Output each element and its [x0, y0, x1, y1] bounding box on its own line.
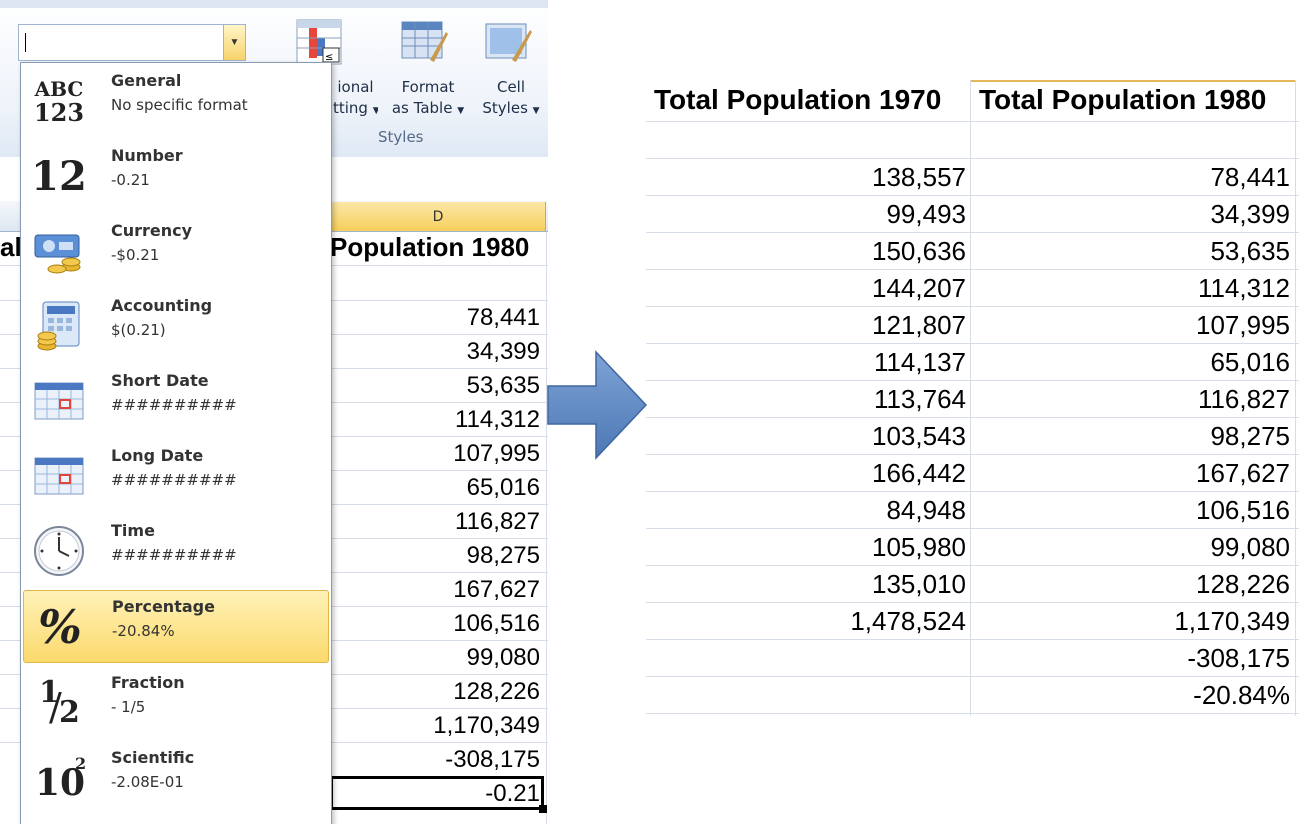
table-cell[interactable]: -308,175 — [1187, 643, 1290, 674]
table-cell[interactable]: 84,948 — [886, 495, 966, 526]
sheet-cell[interactable]: 98,275 — [467, 542, 540, 570]
table-cell[interactable]: 65,016 — [1210, 347, 1290, 378]
accounting-icon — [31, 298, 87, 354]
table-cell[interactable]: 121,807 — [872, 310, 966, 341]
table-cell[interactable]: 99,080 — [1210, 532, 1290, 563]
table-cell[interactable]: 116,827 — [1198, 384, 1290, 415]
abc-123-icon: ABC 123 — [33, 77, 85, 127]
conditional-formatting-icon[interactable]: ≤ — [295, 18, 343, 66]
sheet-cell[interactable]: 99,080 — [467, 644, 540, 672]
partial-column-header[interactable]: al — [0, 232, 22, 263]
chevron-down-icon: ▼ — [229, 37, 240, 48]
sheet-cell[interactable]: 128,226 — [453, 678, 540, 706]
menu-item-currency[interactable]: Currency -$0.21 — [21, 213, 331, 288]
short-date-calendar-icon — [31, 373, 87, 429]
table-cell[interactable]: 98,275 — [1210, 421, 1290, 452]
table-cell[interactable]: 103,543 — [872, 421, 966, 452]
table-cell[interactable]: 166,442 — [872, 458, 966, 489]
menu-item-number[interactable]: 12 Number -0.21 — [21, 138, 331, 213]
currency-icon — [31, 223, 87, 279]
table-cell[interactable]: 1,478,524 — [850, 606, 966, 637]
total-population-1970-header[interactable]: Total Population 1970 — [654, 80, 941, 120]
table-cell[interactable]: 53,635 — [1210, 236, 1290, 267]
sheet-cell[interactable]: 1,170,349 — [433, 712, 540, 740]
fraction-icon: 1 / 2 — [39, 675, 80, 730]
table-cell[interactable]: 144,207 — [872, 273, 966, 304]
table-cell[interactable]: 107,995 — [1196, 310, 1290, 341]
number-format-combobox[interactable]: ▼ — [18, 24, 246, 61]
menu-item-accounting[interactable]: Accounting $(0.21) — [21, 288, 331, 363]
table-cell[interactable]: 99,493 — [886, 199, 966, 230]
format-as-table-icon[interactable] — [400, 18, 448, 66]
menu-item-time[interactable]: Time ########## — [21, 513, 331, 588]
table-cell[interactable]: 113,764 — [874, 384, 966, 415]
percentage-cell[interactable]: -20.84% — [1193, 680, 1290, 711]
column-header-d[interactable]: D — [330, 202, 546, 231]
arrow-right-icon — [547, 350, 648, 460]
fill-handle[interactable] — [539, 805, 547, 813]
table-cell[interactable]: 106,516 — [1196, 495, 1290, 526]
clock-icon — [31, 523, 87, 579]
menu-item-percentage[interactable]: % Percentage -20.84% — [23, 590, 329, 663]
menu-item-short-date[interactable]: Short Date ########## — [21, 363, 331, 438]
cell-styles-button[interactable]: Cell Styles ▼ — [476, 77, 546, 122]
population-1980-header[interactable]: Population 1980 — [330, 232, 529, 263]
sheet-cell[interactable]: 65,016 — [467, 474, 540, 502]
chevron-down-icon: ▼ — [532, 106, 540, 116]
menu-item-scientific[interactable]: 10 2 Scientific -2.08E-01 — [21, 740, 331, 815]
menu-item-long-date[interactable]: Long Date ########## — [21, 438, 331, 513]
table-cell[interactable]: 114,137 — [874, 347, 966, 378]
sheet-cell[interactable]: 114,312 — [455, 406, 540, 434]
styles-group-label: Styles — [378, 128, 424, 146]
table-cell[interactable]: 78,441 — [1210, 162, 1290, 193]
table-cell[interactable]: 128,226 — [1196, 569, 1290, 600]
sheet-cell[interactable]: 116,827 — [455, 508, 540, 536]
table-cell[interactable]: 138,557 — [872, 162, 966, 193]
table-cell[interactable]: 150,636 — [872, 236, 966, 267]
table-cell[interactable]: 135,010 — [872, 569, 966, 600]
number-format-dropdown-button[interactable]: ▼ — [223, 25, 245, 60]
table-cell[interactable]: 105,980 — [872, 532, 966, 563]
table-cell[interactable]: 114,312 — [1198, 273, 1290, 304]
sheet-cell[interactable]: -308,175 — [445, 746, 540, 774]
sheet-cell[interactable]: 34,399 — [467, 338, 540, 366]
menu-item-general[interactable]: ABC 123 General No specific format — [21, 63, 331, 138]
table-cell[interactable]: 167,627 — [1196, 458, 1290, 489]
menu-item-fraction[interactable]: 1 / 2 Fraction - 1/5 — [21, 665, 331, 740]
sheet-cell[interactable]: 107,995 — [453, 440, 540, 468]
long-date-calendar-icon — [31, 448, 87, 504]
number-12-icon: 12 — [31, 152, 87, 200]
conditional-formatting-button[interactable]: ional tting ▼ — [333, 77, 378, 122]
sheet-cell[interactable]: 53,635 — [467, 372, 540, 400]
format-as-table-button[interactable]: Format as Table ▼ — [383, 77, 473, 122]
cell-styles-icon[interactable] — [484, 18, 532, 66]
sheet-cell[interactable]: 78,441 — [467, 304, 540, 332]
number-format-menu: ABC 123 General No specific format 12 Nu… — [20, 62, 332, 824]
table-cell[interactable]: 34,399 — [1210, 199, 1290, 230]
scientific-icon: 10 2 — [35, 754, 87, 804]
sheet-cell[interactable]: 167,627 — [453, 576, 540, 604]
excel-window: ▼ ≤ ional tting ▼ Format as Table ▼ Cell… — [0, 0, 548, 824]
table-cell[interactable]: 1,170,349 — [1174, 606, 1290, 637]
total-population-1980-header[interactable]: Total Population 1980 — [979, 80, 1266, 120]
chevron-down-icon: ▼ — [372, 106, 378, 116]
active-cell-border — [330, 776, 544, 810]
result-table: Total Population 1970 Total Population 1… — [646, 80, 1299, 720]
sheet-cell[interactable]: 106,516 — [453, 610, 540, 638]
chevron-down-icon: ▼ — [457, 106, 465, 116]
percent-icon: % — [38, 600, 82, 654]
